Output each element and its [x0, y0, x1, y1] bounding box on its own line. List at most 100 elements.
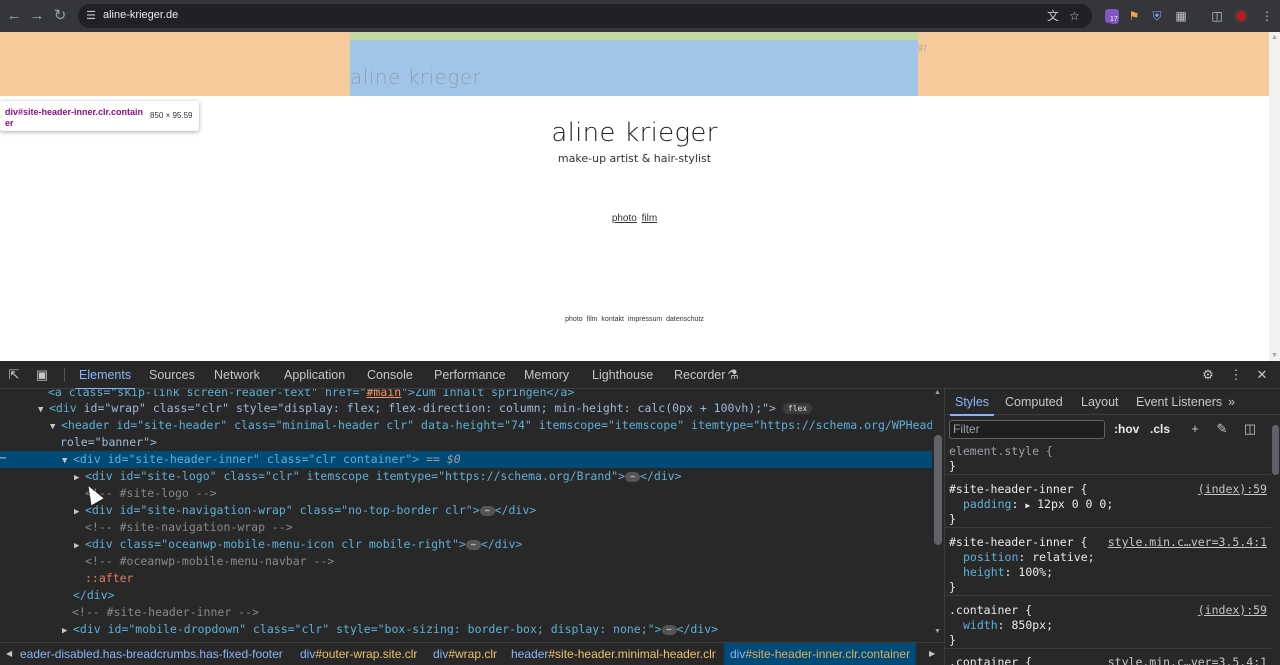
more-tabs-icon[interactable]: »: [1228, 389, 1235, 415]
scroll-up-icon[interactable]: ▲: [934, 389, 941, 396]
nav-link-film[interactable]: film: [642, 213, 658, 224]
more-options-icon[interactable]: ⋮: [1228, 367, 1244, 383]
dom-line-after[interactable]: ::after: [0, 570, 934, 587]
rule-container-width[interactable]: .container {(index):59 width: 850px; }: [945, 603, 1271, 649]
collapse-triangle-icon[interactable]: ▶: [62, 623, 73, 635]
dom-line-navwrap[interactable]: ▶ <div id="site-navigation-wrap" class="n…: [0, 502, 934, 519]
device-toolbar-icon[interactable]: ▣: [34, 367, 50, 383]
dom-line-selected[interactable]: ▼ <div id="site-header-inner" class="clr …: [0, 451, 934, 468]
css-property[interactable]: height: [963, 565, 1005, 579]
breadcrumb-left-icon[interactable]: ◀: [6, 643, 12, 665]
tab-application[interactable]: Application: [284, 361, 345, 389]
breadcrumb-site-header[interactable]: header#site-header.minimal-header.clr: [511, 643, 716, 665]
expand-shorthand-icon[interactable]: ▶: [1025, 501, 1030, 510]
expand-ellipsis-icon[interactable]: ⋯: [661, 624, 677, 635]
breadcrumb-right-icon[interactable]: ▶: [929, 643, 935, 665]
css-value[interactable]: 12px 0 0 0;: [1037, 497, 1113, 511]
tab-sources[interactable]: Sources: [149, 361, 195, 389]
rule-source-link[interactable]: style.min.c…ver=3.5.4:1: [1108, 535, 1267, 550]
tab-elements[interactable]: Elements: [74, 361, 136, 390]
reload-icon[interactable]: ↻: [50, 6, 70, 26]
tab-lighthouse[interactable]: Lighthouse: [592, 361, 653, 389]
tab-network[interactable]: Network: [214, 361, 260, 389]
hov-toggle[interactable]: :hov: [1114, 422, 1139, 436]
rule-container-2[interactable]: .container {style.min.c…ver=3.5.4:1: [945, 655, 1271, 665]
css-value[interactable]: 100%;: [1018, 565, 1053, 579]
dom-line-header-cont[interactable]: role="banner">: [0, 434, 934, 451]
rule-site-header-inner-padding[interactable]: #site-header-inner {(index):59 padding: …: [945, 482, 1271, 528]
nav-link-photo[interactable]: photo: [612, 213, 637, 224]
tab-event-listeners[interactable]: Event Listeners: [1136, 389, 1222, 415]
styles-scrollbar[interactable]: [1270, 415, 1280, 665]
css-property[interactable]: width: [963, 618, 998, 632]
tab-console[interactable]: Console: [367, 361, 413, 389]
tab-computed[interactable]: Computed: [1005, 389, 1063, 415]
settings-gear-icon[interactable]: ⚙: [1200, 367, 1216, 383]
row-actions-icon[interactable]: ⋯: [0, 453, 12, 464]
site-title[interactable]: aline krieger: [0, 118, 1269, 148]
css-value[interactable]: relative;: [1032, 550, 1094, 564]
rule-element-style[interactable]: element.style { }: [945, 444, 1271, 475]
side-panel-icon[interactable]: ◫: [1209, 8, 1225, 24]
chrome-menu-icon[interactable]: ⋮: [1259, 8, 1275, 24]
site-settings-icon[interactable]: ☰: [84, 9, 98, 23]
new-rule-icon[interactable]: +: [1187, 421, 1203, 437]
expand-ellipsis-icon[interactable]: ⋯: [625, 471, 641, 482]
flex-badge[interactable]: flex: [782, 403, 813, 414]
footer-link-photo[interactable]: photo: [565, 316, 583, 323]
elements-scrollbar[interactable]: ▲ ▼: [932, 389, 944, 635]
extensions-puzzle-icon[interactable]: ▦: [1173, 8, 1189, 24]
back-icon[interactable]: ←: [4, 6, 24, 26]
dom-line-header[interactable]: ▼ <header id="site-header" class="minimal…: [0, 417, 944, 434]
extension-shield-icon[interactable]: ⛨: [1149, 8, 1165, 24]
scroll-down-icon[interactable]: ▼: [934, 628, 941, 635]
paint-brush-icon[interactable]: ✎: [1214, 421, 1230, 437]
rule-source-link[interactable]: style.min.c…ver=3.5.4:1: [1108, 655, 1267, 665]
scroll-thumb[interactable]: [934, 435, 942, 545]
cls-toggle[interactable]: .cls: [1150, 422, 1170, 436]
extension-badge-icon[interactable]: 17: [1105, 9, 1119, 24]
footer-link-film[interactable]: film: [587, 316, 598, 323]
address-bar[interactable]: ☰ aline-krieger.de 文 ☆: [78, 4, 1092, 28]
elements-tree[interactable]: <a class="skip-link screen-reader-text" …: [0, 389, 944, 635]
toggle-sidebar-icon[interactable]: ◫: [1242, 421, 1258, 437]
tab-performance[interactable]: Performance: [434, 361, 506, 389]
styles-filter-input[interactable]: Filter: [949, 420, 1105, 439]
close-devtools-icon[interactable]: ✕: [1254, 367, 1270, 383]
extension-flag-icon[interactable]: ⚑: [1126, 8, 1142, 24]
dom-line-dropdown[interactable]: ▶ <div id="mobile-dropdown" class="clr" s…: [0, 621, 934, 635]
css-value[interactable]: 850px;: [1011, 618, 1053, 632]
footer-link-kontakt[interactable]: kontakt: [601, 316, 624, 323]
dom-line-comment-inner[interactable]: <!-- #site-header-inner -->: [0, 604, 934, 621]
expand-ellipsis-icon[interactable]: ⋯: [465, 539, 481, 550]
scroll-thumb[interactable]: [1272, 425, 1279, 475]
dom-line-comment-mobile[interactable]: <!-- #oceanwp-mobile-menu-navbar -->: [0, 553, 934, 570]
dom-line-wrap[interactable]: ▼ <div id="wrap" class="clr" style="displ…: [0, 400, 934, 417]
inspect-element-icon[interactable]: ⇱: [6, 367, 22, 383]
dom-line-comment-navwrap[interactable]: <!-- #site-navigation-wrap -->: [0, 519, 934, 536]
expand-ellipsis-icon[interactable]: ⋯: [479, 505, 495, 516]
dom-line-site-logo[interactable]: ▶ <div id="site-logo" class="clr" itemsco…: [0, 468, 934, 485]
tab-memory[interactable]: Memory: [524, 361, 569, 389]
breadcrumb-site-header-inner[interactable]: div#site-header-inner.clr.container: [724, 643, 917, 665]
css-property[interactable]: padding: [963, 497, 1011, 511]
css-property[interactable]: position: [963, 550, 1018, 564]
breadcrumb-body[interactable]: eader-disabled.has-breadcrumbs.has-fixed…: [20, 643, 283, 665]
dom-line-close-div[interactable]: </div>: [0, 587, 934, 604]
address-url[interactable]: aline-krieger.de: [103, 9, 178, 21]
footer-link-impressum[interactable]: impressum: [628, 316, 662, 323]
scroll-up-icon[interactable]: ▲: [1271, 34, 1278, 41]
scroll-down-icon[interactable]: ▼: [1271, 352, 1278, 359]
dom-line-comment-logo[interactable]: <!-- #site-logo -->: [0, 485, 934, 502]
profile-avatar[interactable]: [1234, 9, 1248, 23]
rule-source-link[interactable]: (index):59: [1198, 482, 1267, 497]
tab-recorder[interactable]: Recorder: [674, 361, 725, 389]
rule-site-header-inner-position[interactable]: #site-header-inner {style.min.c…ver=3.5.…: [945, 535, 1271, 596]
rule-declaration[interactable]: width: 850px;: [945, 618, 1271, 633]
rule-declaration[interactable]: padding: ▶ 12px 0 0 0;: [945, 497, 1271, 512]
forward-icon[interactable]: →: [27, 6, 47, 26]
tab-styles[interactable]: Styles: [949, 389, 995, 416]
tab-layout[interactable]: Layout: [1081, 389, 1119, 415]
rule-declaration[interactable]: height: 100%;: [945, 565, 1271, 580]
breadcrumb-outer-wrap[interactable]: div#outer-wrap.site.clr: [300, 643, 417, 665]
